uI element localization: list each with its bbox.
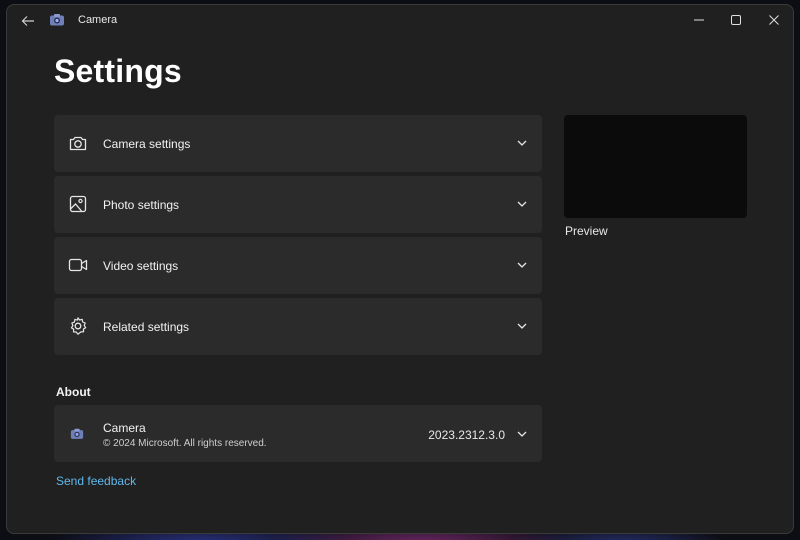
send-feedback-link[interactable]: Send feedback — [56, 474, 136, 488]
about-version: 2023.2312.3.0 — [428, 428, 505, 442]
window-title: Camera — [78, 14, 118, 26]
related-settings-label: Related settings — [103, 319, 190, 334]
preview-label: Preview — [565, 224, 608, 238]
about-heading: About — [56, 385, 91, 399]
chevron-down-icon — [517, 431, 527, 437]
chevron-down-icon — [517, 262, 527, 268]
camera-app-icon — [70, 428, 84, 439]
camera-settings-label: Camera settings — [103, 136, 191, 151]
video-settings-label: Video settings — [103, 258, 179, 273]
video-settings-expander[interactable]: Video settings — [54, 237, 542, 294]
title-bar: Camera — [7, 5, 793, 37]
about-app-name: Camera — [103, 421, 146, 435]
photo-icon — [69, 195, 87, 213]
close-button[interactable] — [755, 5, 793, 35]
camera-icon — [69, 136, 87, 151]
camera-app-icon — [50, 14, 64, 26]
video-icon — [68, 258, 88, 272]
back-button[interactable] — [17, 11, 39, 31]
chevron-down-icon — [517, 201, 527, 207]
chevron-down-icon — [517, 140, 527, 146]
page-title: Settings — [54, 53, 182, 89]
photo-settings-label: Photo settings — [103, 197, 180, 212]
photo-settings-expander[interactable]: Photo settings — [54, 176, 542, 233]
chevron-down-icon — [517, 323, 527, 329]
camera-preview — [564, 115, 747, 218]
maximize-icon — [731, 15, 741, 25]
about-copyright: © 2024 Microsoft. All rights reserved. — [103, 438, 267, 449]
camera-settings-expander[interactable]: Camera settings — [54, 115, 542, 172]
back-arrow-icon — [21, 16, 34, 26]
about-expander[interactable]: Camera © 2024 Microsoft. All rights rese… — [54, 405, 542, 462]
close-icon — [769, 15, 779, 25]
minimize-button[interactable] — [680, 5, 718, 35]
maximize-button[interactable] — [717, 5, 755, 35]
camera-settings-window: Camera Settings Camera settings Photo se… — [6, 4, 794, 534]
related-settings-expander[interactable]: Related settings — [54, 298, 542, 355]
minimize-icon — [694, 19, 704, 21]
gear-icon — [70, 317, 87, 335]
